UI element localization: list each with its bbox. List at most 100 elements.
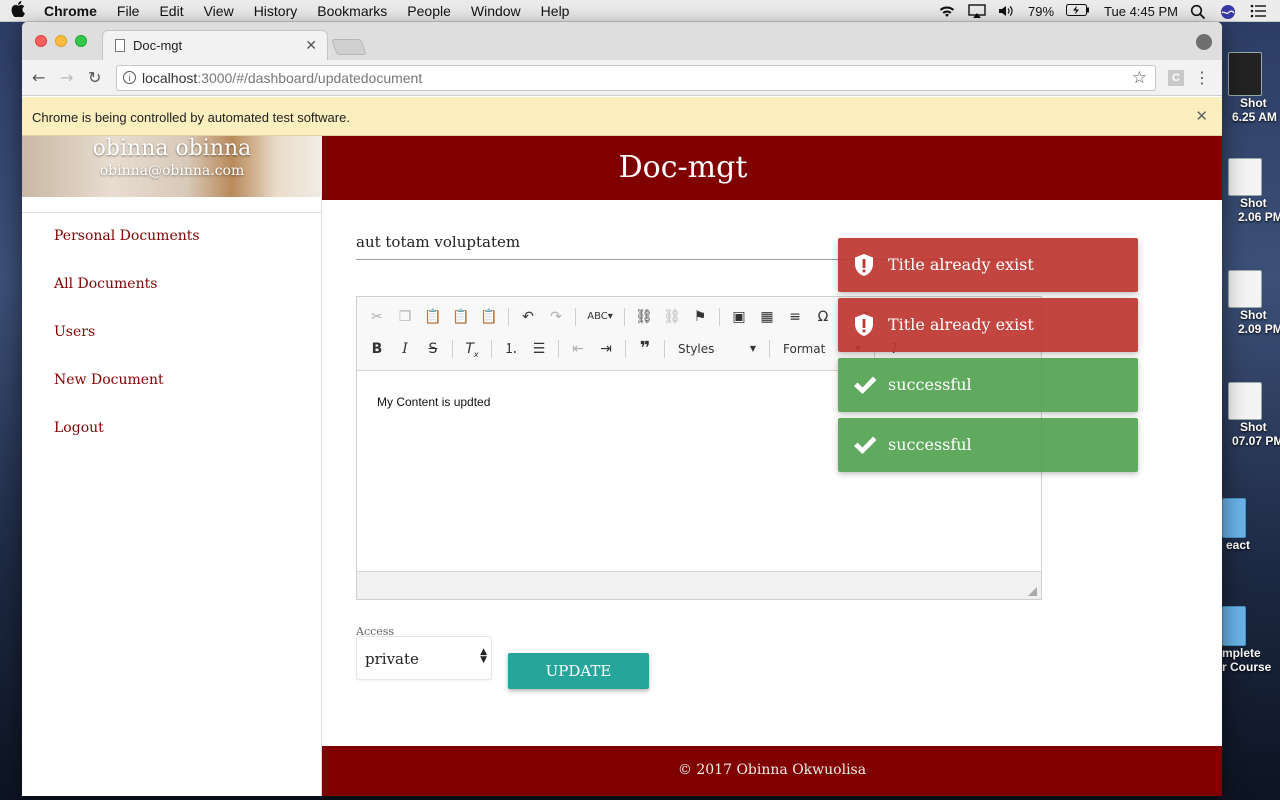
apple-icon[interactable]: [0, 1, 36, 20]
reload-icon[interactable]: ↻: [88, 68, 101, 87]
os-menu-bar: Chrome File Edit View History Bookmarks …: [0, 0, 1280, 22]
bulleted-list-icon[interactable]: ☰: [527, 338, 551, 360]
decrease-indent-icon[interactable]: ⇤: [566, 338, 590, 360]
desktop-item[interactable]: mplete r Course: [1222, 606, 1280, 674]
title-input-value: aut totam voluptatem: [356, 233, 521, 251]
numbered-list-icon[interactable]: ⒈: [499, 338, 523, 360]
desktop-item[interactable]: Shot 6.25 AM: [1222, 52, 1280, 124]
url-text: localhost:3000/#/dashboard/updatedocumen…: [142, 70, 423, 86]
wifi-icon[interactable]: [938, 4, 956, 18]
copy-icon[interactable]: ❐: [393, 306, 417, 328]
menu-view[interactable]: View: [194, 0, 244, 22]
checkmark-icon: [852, 433, 877, 457]
paste-word-icon[interactable]: 📋: [477, 306, 501, 328]
volume-icon[interactable]: [998, 4, 1016, 18]
forward-icon[interactable]: →: [60, 68, 73, 87]
menu-people[interactable]: People: [397, 0, 461, 22]
desktop-item-label: Shot: [1240, 196, 1267, 210]
horizontal-line-icon[interactable]: ≡: [783, 306, 807, 328]
sidebar-item-new-document[interactable]: New Document: [54, 372, 164, 388]
bookmark-star-icon[interactable]: ☆: [1132, 68, 1147, 88]
infobar-close-icon[interactable]: ✕: [1195, 107, 1208, 125]
update-button[interactable]: UPDATE: [508, 653, 649, 689]
toast-success[interactable]: successful: [838, 358, 1138, 412]
toast-error[interactable]: Title already exist: [838, 238, 1138, 292]
styles-dropdown[interactable]: Styles ▼: [672, 338, 762, 360]
extension-icon[interactable]: C: [1168, 70, 1184, 86]
desktop-item[interactable]: eact: [1222, 498, 1280, 552]
menu-edit[interactable]: Edit: [149, 0, 193, 22]
desktop-item-label: Shot: [1240, 308, 1267, 322]
unlink-icon[interactable]: ⛓: [660, 306, 684, 328]
back-icon[interactable]: ←: [32, 68, 45, 87]
access-select[interactable]: private ▲ ▼: [356, 636, 492, 680]
menu-bookmarks[interactable]: Bookmarks: [307, 0, 397, 22]
page-icon: [115, 39, 125, 52]
menu-help[interactable]: Help: [531, 0, 580, 22]
desktop-item-sublabel: 2.09 PM: [1238, 322, 1280, 336]
menu-history[interactable]: History: [244, 0, 308, 22]
browser-toolbar: ← → ↻ i localhost:3000/#/dashboard/updat…: [22, 60, 1222, 96]
profile-icon[interactable]: [1196, 34, 1212, 50]
sidebar-item-users[interactable]: Users: [54, 324, 95, 340]
undo-icon[interactable]: ↶: [516, 306, 540, 328]
anchor-flag-icon[interactable]: ⚑: [688, 306, 712, 328]
siri-icon[interactable]: [1220, 4, 1238, 19]
brand-logo[interactable]: Doc-mgt: [322, 150, 1044, 185]
desktop-item[interactable]: Shot 2.06 PM: [1222, 158, 1280, 224]
airplay-icon[interactable]: [968, 4, 986, 18]
desktop-item-label: mplete: [1222, 646, 1261, 660]
desktop-item[interactable]: Shot 07.07 PM: [1222, 382, 1280, 448]
menu-chrome[interactable]: Chrome: [36, 0, 107, 22]
menu-file[interactable]: File: [107, 0, 150, 22]
sidebar-item-personal-documents[interactable]: Personal Documents: [54, 228, 200, 244]
desktop-item-sublabel: 07.07 PM: [1232, 434, 1280, 448]
sidebar-item-logout[interactable]: Logout: [54, 420, 104, 436]
spellcheck-icon[interactable]: ABC▾: [583, 306, 617, 328]
tab-strip: Doc-mgt ✕: [22, 22, 1222, 60]
blockquote-icon[interactable]: ❞: [633, 338, 657, 360]
tab-close-icon[interactable]: ✕: [305, 37, 317, 54]
special-char-icon[interactable]: Ω: [811, 306, 835, 328]
editor-statusbar: [357, 571, 1041, 599]
image-icon[interactable]: ▣: [727, 306, 751, 328]
toast-error[interactable]: Title already exist: [838, 298, 1138, 352]
increase-indent-icon[interactable]: ⇥: [594, 338, 618, 360]
spotlight-search-icon[interactable]: [1190, 4, 1208, 20]
minimize-window-button[interactable]: [55, 35, 67, 47]
cut-icon[interactable]: ✂: [365, 306, 389, 328]
notification-center-icon[interactable]: [1250, 4, 1268, 18]
screenshot-thumbnail-icon: [1228, 382, 1262, 420]
menu-clock[interactable]: Tue 4:45 PM: [1104, 4, 1178, 19]
strikethrough-icon[interactable]: S: [421, 338, 445, 360]
desktop-item[interactable]: Shot 2.09 PM: [1222, 270, 1280, 336]
link-icon[interactable]: ⛓: [632, 306, 656, 328]
italic-icon[interactable]: I: [393, 338, 417, 360]
sidebar-item-all-documents[interactable]: All Documents: [54, 276, 157, 292]
toast-success[interactable]: successful: [838, 418, 1138, 472]
bold-icon[interactable]: B: [365, 338, 389, 360]
table-icon[interactable]: ▦: [755, 306, 779, 328]
folder-icon: [1222, 498, 1246, 538]
toast-message: Title already exist: [888, 255, 1034, 274]
remove-format-icon[interactable]: Tx: [460, 338, 484, 360]
battery-charging-icon[interactable]: [1066, 4, 1090, 18]
user-email: obinna@obinna.com: [99, 163, 245, 179]
new-tab-button[interactable]: [331, 39, 367, 55]
address-bar[interactable]: i localhost:3000/#/dashboard/updatedocum…: [116, 65, 1156, 91]
paste-text-icon[interactable]: 📋: [449, 306, 473, 328]
site-info-icon[interactable]: i: [123, 71, 136, 84]
browser-tab[interactable]: Doc-mgt ✕: [102, 30, 328, 60]
editor-content: My Content is updted: [377, 395, 491, 409]
zoom-window-button[interactable]: [75, 35, 87, 47]
redo-icon[interactable]: ↷: [544, 306, 568, 328]
automation-infobar: Chrome is being controlled by automated …: [22, 97, 1222, 136]
battery-percent[interactable]: 79%: [1028, 4, 1054, 19]
close-window-button[interactable]: [35, 35, 47, 47]
paste-icon[interactable]: 📋: [421, 306, 445, 328]
browser-menu-icon[interactable]: ⋮: [1194, 68, 1210, 87]
desktop-item-sublabel: r Course: [1222, 660, 1272, 674]
resize-grip-icon[interactable]: [1028, 587, 1037, 596]
access-select-value: private: [365, 650, 419, 668]
menu-window[interactable]: Window: [461, 0, 531, 22]
